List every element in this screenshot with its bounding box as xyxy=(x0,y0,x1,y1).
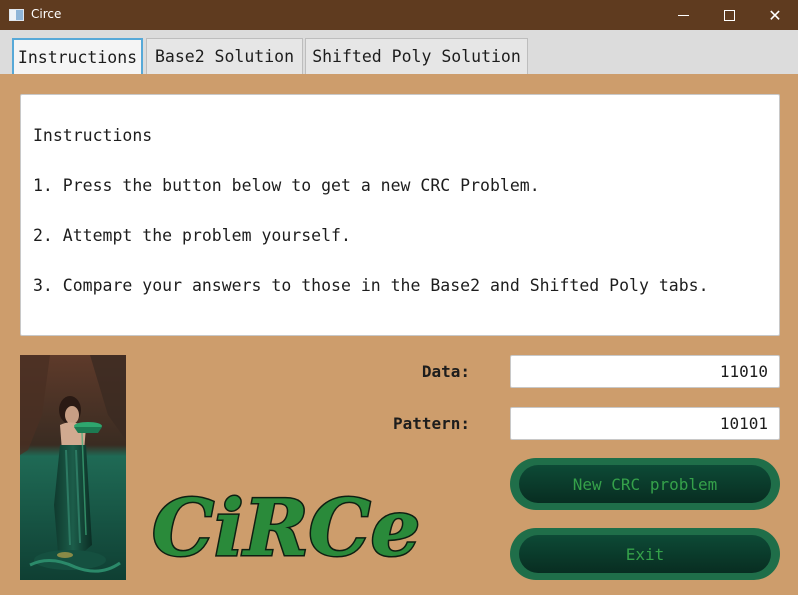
pattern-label: Pattern: xyxy=(392,414,470,433)
exit-button[interactable]: Exit xyxy=(510,528,780,580)
instruction-step-3: 3. Compare your answers to those in the … xyxy=(33,276,709,295)
maximize-icon xyxy=(723,9,735,21)
tab-bar: Instructions Base2 Solution Shifted Poly… xyxy=(0,30,798,74)
close-icon: ✕ xyxy=(768,5,782,25)
instruction-step-1: 1. Press the button below to get a new C… xyxy=(33,176,540,195)
data-input[interactable] xyxy=(510,355,780,388)
tab-shifted-poly-solution[interactable]: Shifted Poly Solution xyxy=(305,38,528,74)
circe-logo-graphic: CiRCe xyxy=(151,482,422,576)
close-button[interactable]: ✕ xyxy=(752,0,798,30)
circe-logo: CiRCe xyxy=(148,470,423,576)
new-crc-problem-label: New CRC problem xyxy=(519,465,771,503)
minimize-icon xyxy=(677,14,689,16)
exit-label: Exit xyxy=(519,535,771,573)
tab-base2-solution[interactable]: Base2 Solution xyxy=(146,38,303,74)
minimize-button[interactable] xyxy=(660,0,706,30)
maximize-button[interactable] xyxy=(706,0,752,30)
data-label: Data: xyxy=(421,362,470,381)
app-window-icon xyxy=(9,9,24,21)
pattern-input[interactable] xyxy=(510,407,780,440)
instruction-step-2: 2. Attempt the problem yourself. xyxy=(33,226,351,245)
tab-instructions[interactable]: Instructions xyxy=(12,38,143,74)
title-bar: Circe ✕ xyxy=(0,0,798,30)
circe-painting-image xyxy=(20,355,126,580)
painting-graphic xyxy=(20,355,126,580)
instructions-text-area[interactable]: Instructions 1. Press the button below t… xyxy=(20,94,780,336)
window-title: Circe xyxy=(31,7,62,21)
logo-text: CiRCe xyxy=(152,483,420,570)
new-crc-problem-button[interactable]: New CRC problem xyxy=(510,458,780,510)
instructions-heading: Instructions xyxy=(33,126,153,145)
